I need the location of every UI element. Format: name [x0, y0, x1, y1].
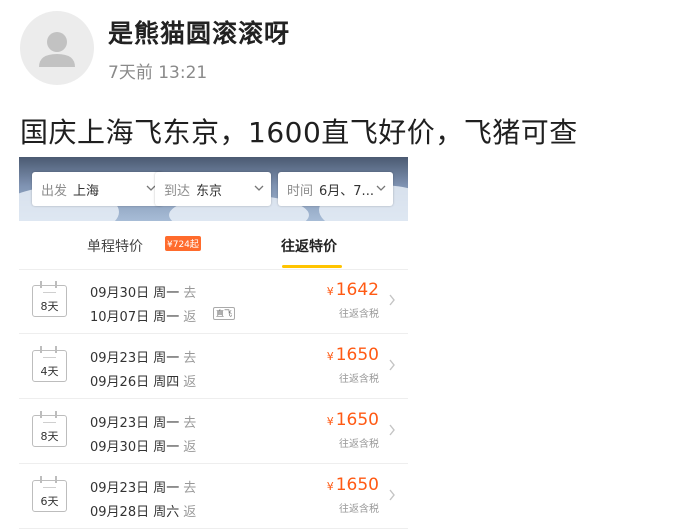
return-tag: 返	[183, 505, 197, 520]
active-tab-indicator	[282, 265, 342, 268]
flight-row[interactable]: 6天 09月23日 周一去 09月28日 周六返 ¥1650 往返含税	[19, 465, 408, 529]
return-line: 09月28日 周六返	[90, 501, 196, 520]
calendar-icon: 6天	[32, 476, 67, 512]
chevron-right-icon	[389, 294, 395, 306]
fare-price: ¥1650	[326, 410, 379, 430]
return-tag: 返	[183, 440, 197, 455]
return-line: 10月07日 周一返	[90, 306, 196, 325]
user-placeholder-icon	[39, 32, 75, 67]
fare-note: 往返含税	[339, 374, 379, 385]
fare-note: 往返含税	[339, 504, 379, 515]
outbound-date: 09月23日 周一	[90, 481, 180, 496]
outbound-tag: 去	[183, 286, 197, 301]
outbound-tag: 去	[183, 416, 197, 431]
fare-price: ¥1650	[326, 475, 379, 495]
outbound-date: 09月30日 周一	[90, 286, 180, 301]
departure-select[interactable]: 出发 上海	[32, 172, 163, 206]
trip-duration: 8天	[40, 430, 59, 443]
calendar-icon: 8天	[32, 281, 67, 317]
outbound-tag: 去	[183, 351, 197, 366]
outbound-line: 09月23日 周一去	[90, 477, 196, 496]
trip-duration: 6天	[40, 495, 59, 508]
arrival-select[interactable]: 到达 东京	[155, 172, 271, 206]
return-date: 10月07日 周一	[90, 310, 180, 325]
fare-tabs: 单程特价 ¥724起 往返特价	[19, 221, 408, 270]
post-time: 7天前 13:21	[108, 63, 208, 83]
search-banner: 出发 上海 到达 东京 时间 6月、7...	[19, 157, 408, 221]
outbound-line: 09月23日 周一去	[90, 347, 196, 366]
tab-oneway[interactable]: 单程特价	[87, 236, 143, 256]
outbound-date: 09月23日 周一	[90, 351, 180, 366]
fare-price: ¥1642	[326, 280, 379, 300]
outbound-line: 09月23日 周一去	[90, 412, 196, 431]
chevron-down-icon	[376, 185, 386, 191]
avatar[interactable]	[20, 11, 94, 85]
flight-row[interactable]: 4天 09月23日 周一去 09月26日 周四返 ¥1650 往返含税	[19, 335, 408, 399]
chevron-right-icon	[389, 424, 395, 436]
outbound-date: 09月23日 周一	[90, 416, 180, 431]
chevron-right-icon	[389, 489, 395, 501]
embedded-app-screenshot: 出发 上海 到达 东京 时间 6月、7... 单程特价 ¥724起 往返特价 8…	[19, 157, 408, 531]
fare-price: ¥1650	[326, 345, 379, 365]
direct-flight-badge: 直飞	[213, 307, 235, 320]
calendar-icon: 4天	[32, 346, 67, 382]
return-tag: 返	[183, 375, 197, 390]
outbound-line: 09月30日 周一去	[90, 282, 196, 301]
oneway-price-badge: ¥724起	[165, 236, 201, 251]
chevron-down-icon	[254, 185, 264, 191]
return-line: 09月26日 周四返	[90, 371, 196, 390]
username[interactable]: 是熊猫圆滚滚呀	[108, 14, 290, 50]
return-date: 09月30日 周一	[90, 440, 180, 455]
return-date: 09月26日 周四	[90, 375, 180, 390]
flight-row[interactable]: 8天 09月23日 周一去 09月30日 周一返 ¥1650 往返含税	[19, 400, 408, 464]
chevron-right-icon	[389, 359, 395, 371]
time-select[interactable]: 时间 6月、7...	[278, 172, 393, 206]
return-tag: 返	[183, 310, 197, 325]
fare-note: 往返含税	[339, 309, 379, 320]
trip-duration: 8天	[40, 300, 59, 313]
calendar-icon: 8天	[32, 411, 67, 447]
post-text: 国庆上海飞东京，1600直飞好价，飞猪可查	[20, 116, 578, 149]
fare-note: 往返含税	[339, 439, 379, 450]
outbound-tag: 去	[183, 481, 197, 496]
trip-duration: 4天	[40, 365, 59, 378]
return-line: 09月30日 周一返	[90, 436, 196, 455]
flight-row[interactable]: 8天 09月30日 周一去 10月07日 周一返 直飞 ¥1642 往返含税	[19, 270, 408, 334]
tab-roundtrip[interactable]: 往返特价	[281, 236, 337, 256]
return-date: 09月28日 周六	[90, 505, 180, 520]
